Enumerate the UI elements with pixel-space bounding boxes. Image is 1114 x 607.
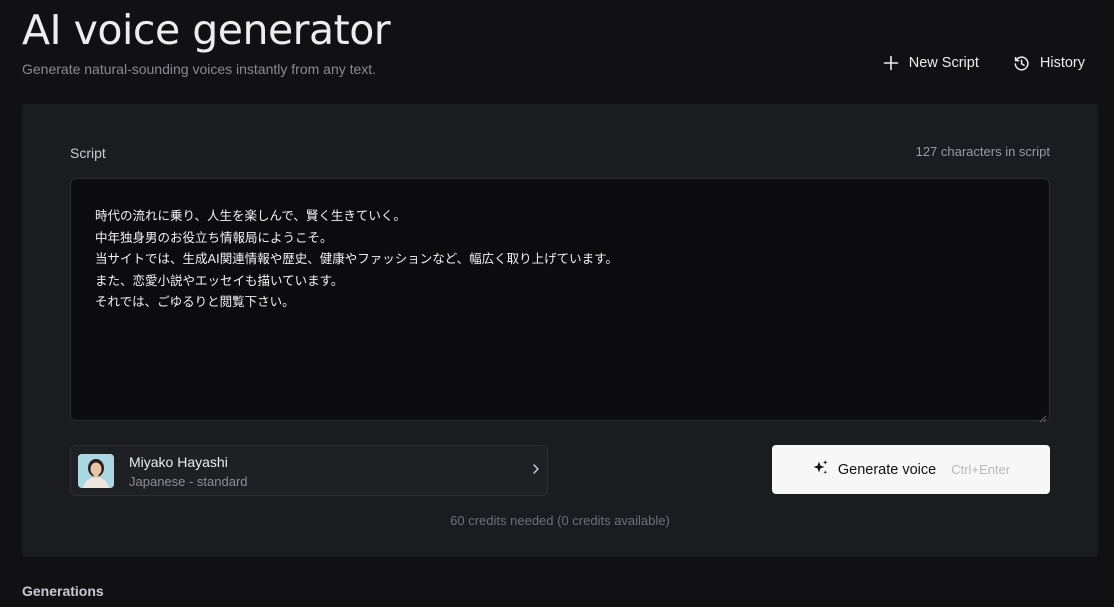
- generate-voice-button[interactable]: Generate voice Ctrl+Enter: [772, 445, 1050, 494]
- character-count: 127 characters in script: [915, 144, 1050, 159]
- script-textarea[interactable]: 時代の流れに乗り、人生を楽しんで、賢く生きていく。 中年独身男のお役立ち情報局に…: [70, 178, 1050, 423]
- resize-handle-icon[interactable]: [1039, 410, 1047, 423]
- page-subtitle: Generate natural-sounding voices instant…: [22, 61, 377, 77]
- history-button[interactable]: History: [1013, 53, 1085, 73]
- history-label: History: [1039, 55, 1085, 71]
- script-line: また、恋愛小説やエッセイも描いています。: [95, 272, 344, 288]
- script-line: 中年独身男のお役立ち情報局にようこそ。: [95, 229, 333, 245]
- sparkle-icon: [812, 459, 829, 481]
- avatar: [78, 454, 114, 488]
- header-actions: New Script History: [883, 53, 1085, 73]
- credits-info: 60 credits needed (0 credits available): [450, 513, 670, 528]
- script-panel: Script 127 characters in script 時代の流れに乗り…: [22, 104, 1098, 557]
- voice-selector[interactable]: Miyako Hayashi Japanese - standard: [70, 445, 548, 496]
- page-title: AI voice generator: [22, 6, 391, 54]
- script-line: 時代の流れに乗り、人生を楽しんで、賢く生きていく。: [95, 208, 406, 223]
- voice-description: Japanese - standard: [129, 474, 248, 489]
- new-script-button[interactable]: New Script: [883, 53, 979, 73]
- voice-name: Miyako Hayashi: [129, 454, 228, 470]
- generate-voice-label: Generate voice: [837, 461, 937, 478]
- generations-heading: Generations: [22, 583, 104, 599]
- history-clock-icon: [1013, 55, 1030, 72]
- new-script-label: New Script: [908, 55, 979, 71]
- script-line: 当サイトでは、生成AI関連情報や歴史、健康やファッションなど、幅広く取り上げてい…: [95, 251, 618, 266]
- chevron-right-icon: [531, 462, 541, 481]
- keyboard-shortcut-hint: Ctrl+Enter: [951, 462, 1011, 477]
- plus-icon: [883, 55, 899, 71]
- script-line: それでは、ごゆるりと閲覧下さい。: [95, 294, 295, 309]
- script-label: Script: [70, 145, 106, 161]
